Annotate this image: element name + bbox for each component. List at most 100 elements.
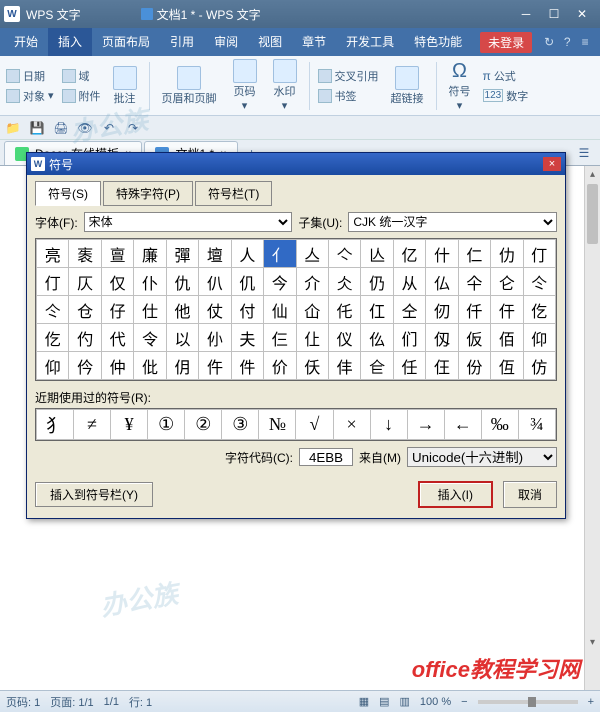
pagenum-button[interactable]: 页码 ▾	[229, 57, 261, 114]
symbol-cell[interactable]: 亿	[393, 240, 425, 268]
symbol-cell[interactable]: 佰	[491, 324, 523, 352]
symbol-cell[interactable]: 仠	[491, 296, 523, 324]
symbol-cell[interactable]: 亽	[328, 240, 360, 268]
symbol-cell[interactable]: 仏	[426, 268, 458, 296]
zoom-in-button[interactable]: +	[588, 696, 594, 708]
watermark-button[interactable]: 水印 ▾	[269, 57, 301, 114]
symbol-cell[interactable]: 介	[296, 268, 328, 296]
tab-list-button[interactable]: ☰	[572, 141, 596, 165]
symbol-cell[interactable]: 袠	[69, 240, 101, 268]
symbol-cell[interactable]: 仄	[69, 268, 101, 296]
save-button[interactable]: 💾	[28, 119, 46, 137]
symbol-cell[interactable]: 彈	[166, 240, 198, 268]
symbol-cell[interactable]: 仮	[458, 324, 490, 352]
headerfooter-button[interactable]: 页眉和页脚	[158, 64, 221, 108]
tab-special[interactable]: 特殊字符(P)	[103, 181, 193, 206]
menu-icon[interactable]: ≡	[576, 35, 594, 49]
symbol-cell[interactable]: 仱	[69, 352, 101, 380]
symbol-cell[interactable]: 仅	[101, 268, 133, 296]
cancel-button[interactable]: 取消	[503, 481, 557, 508]
symbol-cell[interactable]: 份	[458, 352, 490, 380]
symbol-cell[interactable]: 仒	[37, 296, 69, 324]
symbol-cell[interactable]: 仢	[69, 324, 101, 352]
comment-button[interactable]: 批注	[109, 64, 141, 108]
symbol-cell[interactable]: 仍	[361, 268, 393, 296]
symbol-cell[interactable]: 仆	[134, 268, 166, 296]
print-button[interactable]: 🖨	[52, 119, 70, 137]
symbol-cell[interactable]: 仦	[199, 324, 231, 352]
view-icon[interactable]: ▦	[359, 695, 369, 708]
symbol-cell[interactable]: 仈	[199, 268, 231, 296]
symbol-cell[interactable]: 仳	[134, 352, 166, 380]
symbol-cell[interactable]: 亾	[361, 240, 393, 268]
symbol-cell[interactable]: 仓	[69, 296, 101, 324]
redo-button[interactable]: ↷	[124, 119, 142, 137]
zoom-slider[interactable]	[478, 700, 578, 704]
help-icon[interactable]: ?	[558, 35, 576, 49]
symbol-cell[interactable]: 仐	[458, 268, 490, 296]
symbol-cell[interactable]: 付	[231, 296, 263, 324]
symbol-cell[interactable]: 仙	[264, 296, 296, 324]
symbol-cell[interactable]: 仼	[426, 352, 458, 380]
symbol-cell[interactable]: 仌	[328, 268, 360, 296]
attachment-button[interactable]: 附件	[62, 88, 101, 104]
tab-view[interactable]: 视图	[248, 28, 292, 56]
symbol-cell[interactable]: 仪	[328, 324, 360, 352]
symbol-cell[interactable]: 什	[426, 240, 458, 268]
symbol-cell[interactable]: 代	[101, 324, 133, 352]
view-icon-3[interactable]: ▥	[400, 695, 410, 708]
symbol-cell[interactable]: 价	[264, 352, 296, 380]
preview-button[interactable]: 👁	[76, 119, 94, 137]
tab-chapter[interactable]: 章节	[292, 28, 336, 56]
tab-insert[interactable]: 插入	[48, 28, 92, 56]
symbol-cell[interactable]: 仫	[361, 324, 393, 352]
symbol-cell[interactable]: 件	[231, 352, 263, 380]
bookmark-button[interactable]: 书签	[318, 88, 379, 104]
dialog-close-button[interactable]: ×	[543, 157, 561, 171]
symbol-cell[interactable]: 仟	[458, 296, 490, 324]
symbol-cell[interactable]: 仿	[523, 352, 555, 380]
font-select[interactable]: 宋体	[84, 212, 293, 232]
vertical-scrollbar[interactable]: ▴ ▾	[584, 166, 600, 690]
insert-to-bar-button[interactable]: 插入到符号栏(Y)	[35, 482, 153, 507]
symbol-cell[interactable]: 亻	[264, 240, 296, 268]
recent-symbol-cell[interactable]: →	[407, 410, 444, 440]
symbol-cell[interactable]: 仰	[523, 324, 555, 352]
symbol-cell[interactable]: 仡	[37, 324, 69, 352]
recent-symbol-cell[interactable]: ‰	[481, 410, 518, 440]
symbol-cell[interactable]: 仰	[37, 352, 69, 380]
symbol-cell[interactable]: 以	[166, 324, 198, 352]
symbol-cell[interactable]: 仨	[264, 324, 296, 352]
symbol-cell[interactable]: 仲	[101, 352, 133, 380]
tab-symbolbar[interactable]: 符号栏(T)	[195, 181, 272, 206]
close-button[interactable]: ✕	[568, 4, 596, 24]
symbol-cell[interactable]: 今	[264, 268, 296, 296]
symbol-cell[interactable]: 任	[393, 352, 425, 380]
symbol-cell[interactable]: 仺	[361, 352, 393, 380]
tab-features[interactable]: 特色功能	[404, 28, 472, 56]
formula-button[interactable]: π公式	[483, 68, 529, 84]
symbol-cell[interactable]: 仜	[361, 296, 393, 324]
symbol-cell[interactable]: 仴	[166, 352, 198, 380]
field-button[interactable]: 域	[62, 68, 101, 84]
symbol-cell[interactable]: 仹	[328, 352, 360, 380]
symbol-cell[interactable]: 亼	[296, 240, 328, 268]
tab-pagelayout[interactable]: 页面布局	[92, 28, 160, 56]
symbol-cell[interactable]: 他	[166, 296, 198, 324]
recent-symbol-cell[interactable]: ¥	[111, 410, 148, 440]
symbol-button[interactable]: Ω符号 ▾	[445, 58, 475, 114]
symbol-cell[interactable]: 仁	[458, 240, 490, 268]
minimize-button[interactable]: ─	[512, 4, 540, 24]
symbol-cell[interactable]: 们	[393, 324, 425, 352]
recent-symbol-cell[interactable]: ①	[148, 410, 185, 440]
login-button[interactable]: 未登录	[480, 32, 532, 53]
zoom-out-button[interactable]: −	[461, 696, 467, 708]
symbol-cell[interactable]: 仉	[231, 268, 263, 296]
tab-references[interactable]: 引用	[160, 28, 204, 56]
symbol-cell[interactable]: 廉	[134, 240, 166, 268]
symbol-cell[interactable]: 仑	[491, 268, 523, 296]
recent-symbol-cell[interactable]: ②	[185, 410, 222, 440]
symbol-cell[interactable]: 仩	[296, 324, 328, 352]
tab-review[interactable]: 审阅	[204, 28, 248, 56]
symbol-cell[interactable]: 仇	[166, 268, 198, 296]
